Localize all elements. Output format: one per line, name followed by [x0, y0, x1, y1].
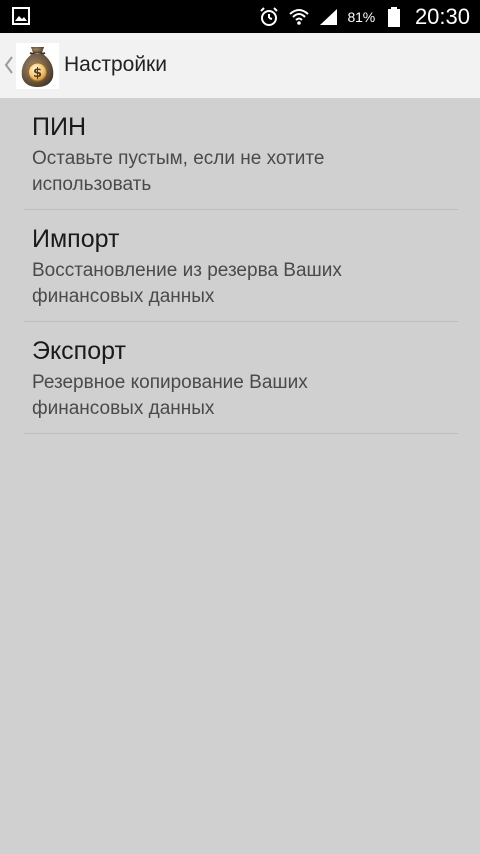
settings-item-title: ПИН [32, 113, 86, 141]
cell-signal-icon [318, 6, 340, 28]
settings-item-summary: Резервное копирование Ваших финансовых д… [32, 372, 308, 419]
settings-item-pin[interactable]: ПИН Оставьте пустым, если не хотите испо… [24, 98, 458, 210]
battery-percent: 81% [347, 8, 376, 25]
wifi-icon [288, 6, 310, 28]
settings-item-title: Импорт [32, 225, 120, 253]
chevron-left-icon[interactable] [4, 53, 14, 77]
page-title: Настройки [64, 53, 167, 76]
status-icons: 81% 20:30 [258, 0, 470, 33]
image-notification-icon [12, 7, 30, 25]
settings-item-summary: Восстановление из резерва Ваших финансов… [32, 260, 342, 307]
settings-item-import[interactable]: Импорт Восстановление из резерва Ваших ф… [24, 210, 458, 322]
settings-item-title: Экспорт [32, 337, 126, 365]
action-bar: $ Настройки [0, 33, 480, 98]
settings-list: ПИН Оставьте пустым, если не хотите испо… [24, 98, 458, 434]
settings-item-summary: Оставьте пустым, если не хотите использо… [32, 148, 325, 195]
alarm-clock-icon [258, 6, 280, 28]
money-bag-icon[interactable]: $ [16, 43, 59, 89]
battery-icon [383, 6, 405, 28]
svg-text:$: $ [33, 66, 42, 81]
clock: 20:30 [414, 3, 470, 29]
settings-item-export[interactable]: Экспорт Резервное копирование Ваших фина… [24, 322, 458, 434]
status-bar: 81% 20:30 [0, 0, 480, 33]
